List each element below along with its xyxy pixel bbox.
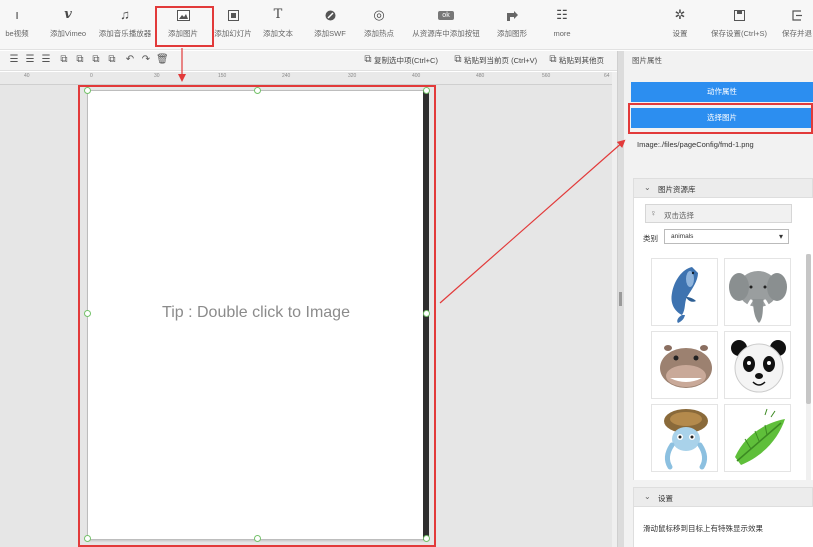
add-chart-button[interactable]: 添加图形 xyxy=(490,0,534,50)
paste-current-page-button[interactable]: 粘贴到当前页 (Ctrl+V) xyxy=(464,55,537,66)
music-note-icon: ♫ xyxy=(120,7,130,22)
ruler-label: 64 xyxy=(604,73,610,79)
paste-other-icon: ⧉ xyxy=(549,54,557,65)
more-button[interactable]: ☷ more xyxy=(545,0,579,50)
ruler-label: 560 xyxy=(542,73,551,79)
trash-icon[interactable]: 🗑 xyxy=(156,54,169,66)
youtube-icon: ı xyxy=(15,7,19,22)
lightbulb-icon: ♀ xyxy=(650,208,657,218)
settings-header[interactable]: ⌄ 设置 xyxy=(633,487,813,507)
swf-icon xyxy=(308,0,352,28)
save-exit-icon xyxy=(777,0,813,28)
ruler-label: 0 xyxy=(90,73,93,79)
splitter-grip-icon[interactable] xyxy=(619,292,622,306)
double-click-select-button[interactable]: ♀ 双击选择 xyxy=(645,204,792,223)
resize-handle-top[interactable] xyxy=(254,87,261,94)
resize-handle-bottom-left[interactable] xyxy=(84,535,91,542)
add-text-button[interactable]: T 添加文本 xyxy=(260,0,296,50)
library-scrollbar-thumb[interactable] xyxy=(806,254,811,404)
add-image-button[interactable]: 添加图片 xyxy=(158,0,208,50)
resize-handle-bottom[interactable] xyxy=(254,535,261,542)
add-music-player-button[interactable]: ♫ 添加音乐播放器 xyxy=(94,0,156,50)
select-image-button[interactable]: 选择图片 xyxy=(631,108,813,128)
bring-front-icon[interactable]: ⧉ xyxy=(90,54,102,66)
ok-button-icon: ok xyxy=(406,0,486,28)
action-properties-button[interactable]: 动作属性 xyxy=(631,82,813,102)
chart-icon xyxy=(490,0,534,28)
align-center-icon[interactable]: ☰ xyxy=(24,54,36,66)
settings-description: 滑动鼠标移到目标上有特殊显示效果 xyxy=(643,524,763,533)
image-library-header[interactable]: ⌄ 图片资源库 xyxy=(633,178,813,198)
resize-handle-top-right[interactable] xyxy=(423,87,430,94)
add-vimeo-button[interactable]: v 添加Vimeo xyxy=(44,0,92,50)
more-icon: ☷ xyxy=(556,7,568,22)
horizontal-ruler: 40 0 30 150 240 320 400 480 560 64 xyxy=(0,72,612,85)
resize-handle-top-left[interactable] xyxy=(84,87,91,94)
send-backward-icon[interactable]: ⧉ xyxy=(74,54,86,66)
save-settings-button[interactable]: 保存设置(Ctrl+S) xyxy=(705,0,773,50)
thumb-dolphin[interactable] xyxy=(651,258,718,326)
resize-handle-bottom-right[interactable] xyxy=(423,535,430,542)
ruler-label: 40 xyxy=(24,73,30,79)
ruler-label: 150 xyxy=(218,73,227,79)
add-button-from-library-button[interactable]: ok 从资源库中添加按钮 xyxy=(406,0,486,50)
double-click-tip: Tip : Double click to Image xyxy=(162,304,350,321)
edit-toolbar: ☰ ☰ ☰ ⧉ ⧉ ⧉ ⧉ ↶ ↷ 🗑 ⧉ 复制选中项(Ctrl+C) ⧉ 粘贴… xyxy=(0,51,623,71)
image-icon xyxy=(158,0,208,28)
paste-icon: ⧉ xyxy=(454,54,462,65)
resize-handle-left[interactable] xyxy=(84,310,91,317)
chevron-down-icon: ⌄ xyxy=(644,183,651,192)
copy-icon: ⧉ xyxy=(364,54,372,65)
resize-handle-right[interactable] xyxy=(423,310,430,317)
add-swf-button[interactable]: 添加SWF xyxy=(308,0,352,50)
align-right-icon[interactable]: ☰ xyxy=(40,54,52,66)
bring-forward-icon[interactable]: ⧉ xyxy=(58,54,70,66)
add-slideshow-button[interactable]: 添加幻灯片 xyxy=(210,0,256,50)
thumb-turtle[interactable] xyxy=(651,404,718,472)
paste-other-page-button[interactable]: 粘贴到其他页 xyxy=(559,55,604,66)
text-icon: T xyxy=(273,7,283,22)
undo-icon[interactable]: ↶ xyxy=(124,54,136,66)
category-select[interactable]: animals ▾ xyxy=(664,229,789,244)
ruler-label: 30 xyxy=(154,73,160,79)
category-label: 类别 xyxy=(643,234,658,243)
save-settings-icon xyxy=(705,0,773,28)
dropdown-arrow-icon: ▾ xyxy=(778,232,783,241)
ruler-label: 400 xyxy=(412,73,421,79)
vimeo-icon: v xyxy=(64,7,72,22)
thumb-elephant[interactable] xyxy=(724,258,791,326)
main-toolbar: ı be视频 v 添加Vimeo ♫ 添加音乐播放器 添加图片 添加幻灯片 T … xyxy=(0,0,813,50)
settings-button[interactable]: ✲ 设置 xyxy=(663,0,697,50)
add-hotspot-button[interactable]: ◎ 添加热点 xyxy=(360,0,398,50)
ruler-label: 480 xyxy=(476,73,485,79)
gear-icon: ✲ xyxy=(674,7,686,22)
thumb-hippo[interactable] xyxy=(651,331,718,399)
ruler-label: 240 xyxy=(282,73,291,79)
copy-selected-button[interactable]: 复制选中项(Ctrl+C) xyxy=(374,55,438,66)
redo-icon[interactable]: ↷ xyxy=(140,54,152,66)
image-path-text: Image:./files/pageConfig/fmd-1.png xyxy=(637,140,754,149)
add-youtube-button[interactable]: ı be视频 xyxy=(0,0,40,50)
slideshow-icon xyxy=(210,0,256,28)
thumb-panda[interactable] xyxy=(724,331,791,399)
thumb-leaf-insect[interactable] xyxy=(724,404,791,472)
ruler-label: 320 xyxy=(348,73,357,79)
hotspot-icon: ◎ xyxy=(373,7,385,22)
save-and-exit-button[interactable]: 保存并退 xyxy=(777,0,813,50)
align-left-icon[interactable]: ☰ xyxy=(8,54,20,66)
chevron-down-icon: ⌄ xyxy=(644,492,651,501)
panel-title: 图片属性 xyxy=(632,56,662,65)
send-back-icon[interactable]: ⧉ xyxy=(106,54,118,66)
